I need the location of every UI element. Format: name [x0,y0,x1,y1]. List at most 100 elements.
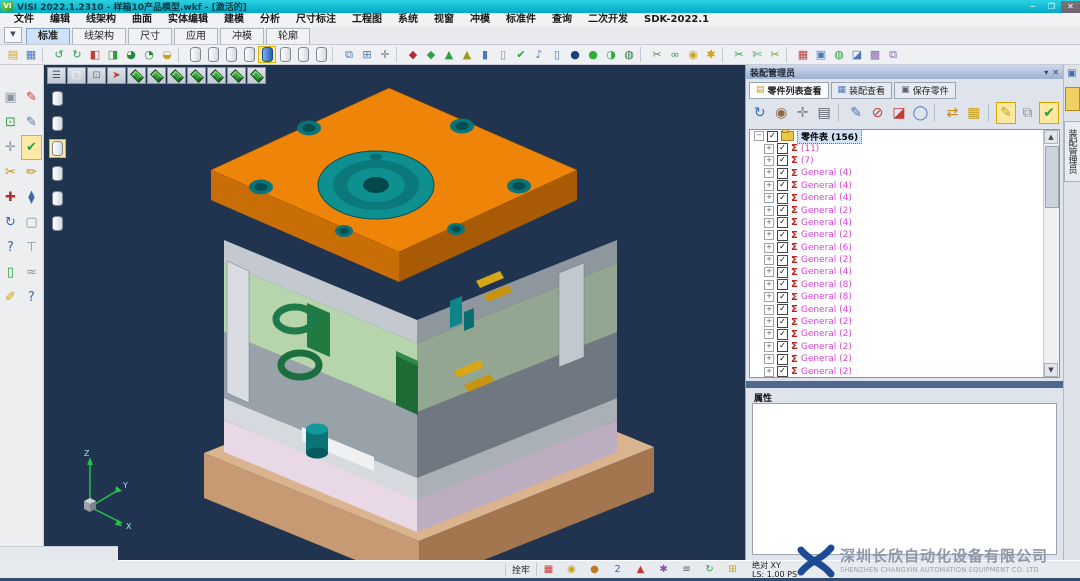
panel-toolbar-zoom[interactable]: ◯ [911,102,930,124]
main-toolbar-tools-red[interactable]: ◆ [404,46,422,63]
strip-layer-1[interactable] [49,89,66,108]
menu-item-10[interactable]: 视窗 [426,13,462,27]
tree-item-10[interactable]: +✓ΣGeneral (4) [750,266,1044,278]
main-toolbar-batt-blue[interactable]: ▯ [548,46,566,63]
tree-item-2[interactable]: +✓ΣGeneral (4) [750,167,1044,179]
main-toolbar-trim-c[interactable]: ✂ [766,46,784,63]
expander-icon[interactable]: + [764,218,774,228]
status-bar-flags[interactable]: ▲ [632,563,649,577]
main-toolbar-layer-4[interactable] [240,46,258,63]
panel-toolbar-calc-table[interactable]: ▦ [964,102,983,124]
main-toolbar-copy-entity[interactable]: ⧉ [340,46,358,63]
main-toolbar-save[interactable]: ▦ [22,46,40,63]
main-toolbar-layer-1[interactable] [186,46,204,63]
panel-close-icon[interactable]: ✕ [1052,68,1059,77]
viewport-3d[interactable]: X Y Z ☰▢⊡➤ [44,65,745,560]
view-toolbar-view-top[interactable] [127,67,146,84]
left-toolbar-camera[interactable]: ▣ [0,85,21,110]
left-toolbar-swoosh[interactable]: ≈ [21,260,42,285]
strip-layer-4[interactable] [49,164,66,183]
menu-item-7[interactable]: 尺寸标注 [288,13,344,27]
expander-icon[interactable]: + [764,206,774,216]
main-toolbar-shade-b[interactable]: ◔ [140,46,158,63]
status-bar-frame-red[interactable]: ▦ [540,563,557,577]
main-toolbar-layer-8[interactable] [312,46,330,63]
checkbox-checked[interactable]: ✓ [777,279,788,290]
expander-icon[interactable]: − [754,131,764,141]
expander-icon[interactable]: + [764,255,774,265]
chevron-down-icon[interactable]: ▼ [4,27,22,43]
left-toolbar-help[interactable]: ? [0,235,21,260]
panel-toolbar-red-cube[interactable]: ◪ [889,102,908,124]
main-toolbar-layer-5[interactable] [258,46,276,63]
tree-item-16[interactable]: +✓ΣGeneral (2) [750,341,1044,353]
expander-icon[interactable]: + [764,317,774,327]
main-toolbar-cyl-blue[interactable]: ▮ [476,46,494,63]
checkbox-checked[interactable]: ✓ [777,155,788,166]
panel-toolbar-refresh-list[interactable]: ↻ [750,102,769,124]
checkbox-checked[interactable]: ✓ [777,267,788,278]
menu-item-14[interactable]: 二次开发 [580,13,636,27]
expander-icon[interactable]: + [764,156,774,166]
tree-item-3[interactable]: +✓ΣGeneral (4) [750,180,1044,192]
status-bar-recycle[interactable]: ↻ [701,563,718,577]
panel-tab-0[interactable]: ▤零件列表查看 [749,82,829,99]
main-toolbar-coin[interactable]: ◉ [684,46,702,63]
minimize-button[interactable]: ─ [1023,1,1042,13]
left-toolbar-tools[interactable]: ✛ [0,135,21,160]
expander-icon[interactable]: + [764,144,774,154]
main-toolbar-cut-tool[interactable]: ✂ [648,46,666,63]
left-toolbar-confirm[interactable]: ✔ [21,135,42,160]
checkbox-checked[interactable]: ✓ [777,317,788,328]
ribbon-tab-2[interactable]: 尺寸 [128,28,172,44]
main-toolbar-view-redo[interactable]: ↻ [68,46,86,63]
view-toolbar-zoom-window[interactable]: ⊡ [87,67,106,84]
main-toolbar-tools-green[interactable]: ◆ [422,46,440,63]
expander-icon[interactable]: + [764,168,774,178]
main-toolbar-layers-purple[interactable]: ⧉ [884,46,902,63]
checkbox-checked[interactable]: ✓ [777,341,788,352]
main-toolbar-sphere-stripe[interactable]: ◍ [620,46,638,63]
checkbox-checked[interactable]: ✓ [777,168,788,179]
main-toolbar-palette[interactable]: ▦ [794,46,812,63]
tree-item-12[interactable]: +✓ΣGeneral (8) [750,291,1044,303]
tree-item-8[interactable]: +✓ΣGeneral (6) [750,242,1044,254]
tree-scrollbar[interactable]: ▲ ▼ [1043,130,1059,377]
close-button[interactable]: ✕ [1061,1,1080,13]
left-toolbar-hammer[interactable]: ✚ [0,185,21,210]
strip-layer-5[interactable] [49,189,66,208]
left-toolbar-pen-blue[interactable]: ✎ [21,110,42,135]
main-toolbar-shade-a[interactable]: ◕ [122,46,140,63]
checkbox-checked[interactable]: ✓ [777,230,788,241]
strip-layer-2[interactable] [49,114,66,133]
checkbox-checked[interactable]: ✓ [777,366,788,377]
tree-item-15[interactable]: +✓ΣGeneral (2) [750,328,1044,340]
menu-item-3[interactable]: 曲面 [124,13,160,27]
view-toolbar-view-iso[interactable] [247,67,266,84]
status-bar-list[interactable]: ≡ [678,563,695,577]
strip-layer-6[interactable] [49,214,66,233]
checkbox-checked[interactable]: ✓ [777,255,788,266]
main-toolbar-open-folder[interactable]: ▤ [4,46,22,63]
panel-toolbar-zoom-edit[interactable]: ✎ [846,102,865,124]
menu-item-5[interactable]: 建模 [216,13,252,27]
panel-toolbar-user-pc[interactable]: ◉ [771,102,790,124]
expander-icon[interactable]: + [764,181,774,191]
checkbox-checked[interactable]: ✓ [777,242,788,253]
main-toolbar-check-green[interactable]: ✔ [512,46,530,63]
view-toolbar-view-front[interactable] [147,67,166,84]
left-toolbar-pen-yellow[interactable]: ✐ [0,285,21,310]
tree-item-11[interactable]: +✓ΣGeneral (8) [750,279,1044,291]
tree-item-9[interactable]: +✓ΣGeneral (2) [750,254,1044,266]
checkbox-checked[interactable]: ✓ [777,180,788,191]
view-toolbar-view-blank[interactable]: ▢ [67,67,86,84]
left-toolbar-tsquare[interactable]: ⊤ [21,235,42,260]
main-toolbar-globe[interactable]: ◍ [830,46,848,63]
expander-icon[interactable]: + [764,342,774,352]
expander-icon[interactable]: + [764,367,774,377]
scroll-up-icon[interactable]: ▲ [1044,130,1058,144]
expander-icon[interactable]: + [764,267,774,277]
tree-item-5[interactable]: +✓ΣGeneral (2) [750,204,1044,216]
checkbox-checked[interactable]: ✓ [777,354,788,365]
tree-root-row[interactable]: −✓零件表 (156) [750,130,1044,142]
